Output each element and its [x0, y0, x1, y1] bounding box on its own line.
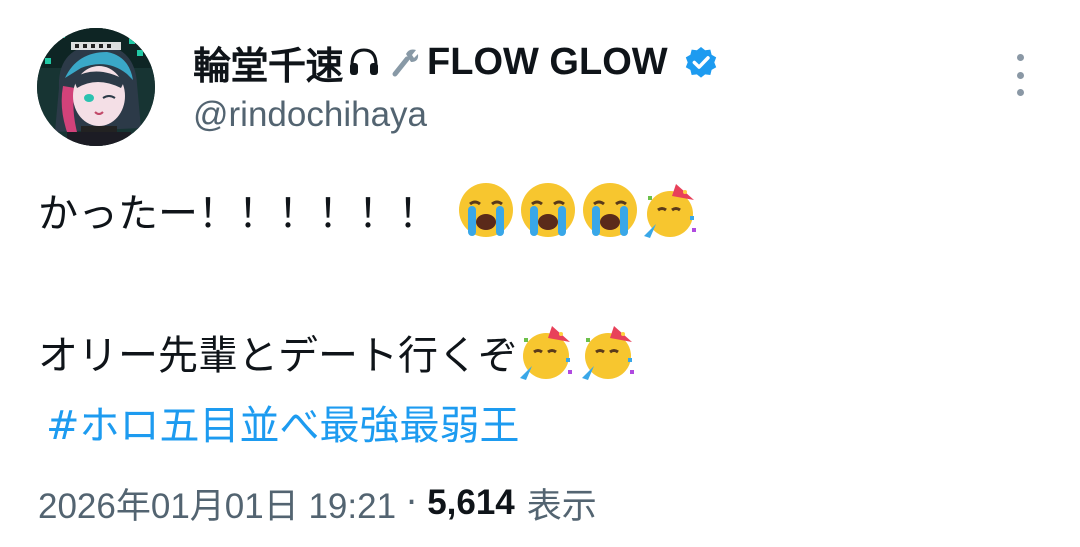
view-count[interactable]: 5,614	[427, 483, 515, 523]
headphones-icon	[345, 43, 383, 81]
tweet-meta: 2026年01月01日 19:21 · 5,614 表示	[38, 478, 597, 528]
separator: ·	[406, 483, 418, 523]
avatar-image	[37, 28, 155, 146]
user-handle[interactable]: @rindochihaya	[193, 95, 427, 135]
wrench-icon	[385, 43, 423, 81]
tweet-text: オリー先輩とデート行くぞ	[38, 333, 518, 379]
tweet: 輪堂千速 FLOW GLOW @rindochihaya かったー！！！！！！ …	[0, 0, 1080, 547]
timestamp-link[interactable]: 2026年01月01日 19:21	[38, 478, 396, 529]
dot	[1016, 54, 1024, 61]
partying-face-emoji	[580, 322, 640, 382]
display-name-text: 輪堂千速	[193, 43, 344, 88]
tweet-text-line-1: かったー！！！！！！	[38, 180, 702, 240]
partying-face-emoji	[642, 180, 702, 240]
tweet-text: かったー！！！！！！	[38, 191, 438, 237]
loudly-crying-face-emoji	[456, 180, 516, 240]
display-name[interactable]: 輪堂千速 FLOW GLOW	[193, 36, 720, 88]
more-options-icon[interactable]	[1004, 54, 1036, 96]
avatar[interactable]	[37, 28, 155, 146]
hashtag-link[interactable]: #ホロ五目並べ最強最弱王	[46, 393, 520, 451]
loudly-crying-face-emoji	[518, 180, 578, 240]
dot	[1016, 71, 1024, 79]
tweet-text-line-2: オリー先輩とデート行くぞ	[38, 322, 640, 382]
partying-face-emoji	[518, 322, 578, 382]
display-name-suffix: FLOW GLOW	[427, 40, 668, 83]
dot	[1016, 89, 1024, 96]
loudly-crying-face-emoji	[580, 180, 640, 240]
verified-badge-icon[interactable]	[682, 43, 720, 81]
views-label: 表示	[526, 486, 597, 527]
